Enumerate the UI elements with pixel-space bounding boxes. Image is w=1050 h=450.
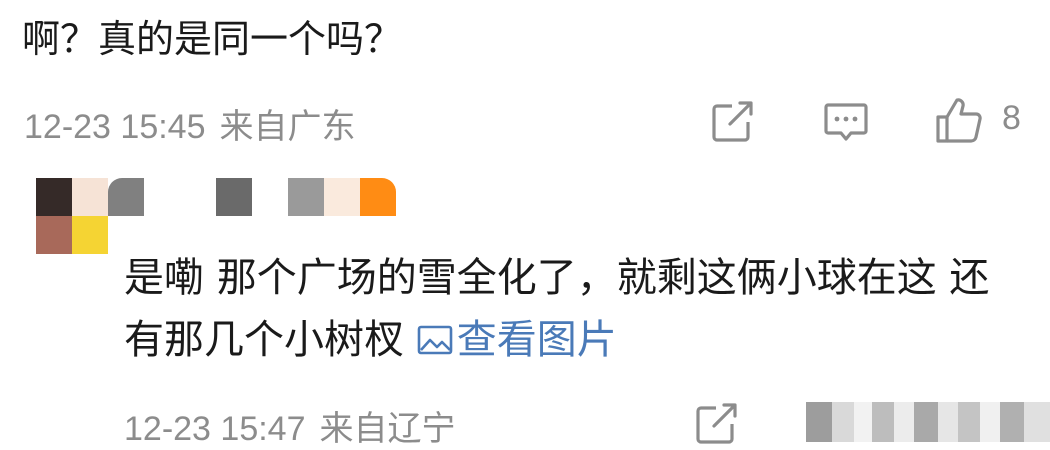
parent-comment-timestamp: 12-23 15:45 [24,108,206,146]
parent-comment-location: 来自广东 [219,108,356,146]
mosaic-block [36,178,72,216]
parent-like-button[interactable] [934,96,984,146]
mosaic-block [832,402,854,442]
parent-share-button[interactable] [710,98,756,144]
reply-comment-meta: 12-23 15:47 来自辽宁 [124,401,456,450]
parent-comment-meta: 12-23 15:45 来自广东 [24,99,356,148]
mosaic-block [938,402,958,442]
share-icon [696,403,737,444]
mosaic-block [360,178,396,216]
mosaic-block [914,402,938,442]
mosaic-block [324,178,360,216]
reply-share-button[interactable] [694,400,740,446]
image-icon [417,325,453,355]
redacted-action-strip [806,402,1050,442]
thumbs-up-icon [936,98,982,143]
view-image-label: 查看图片 [456,317,617,363]
mosaic-block [36,216,72,254]
share-icon [712,101,753,142]
reply-comment-location: 来自辽宁 [319,410,456,448]
reply-comment-body: 是嘞 那个广场的雪全化了，就剩这俩小球在这 还有那几个小树杈 查看图片 [124,247,1024,371]
parent-comment-button[interactable] [823,98,869,144]
parent-comment-text: 啊？真的是同一个吗？ [22,17,403,61]
mosaic-block [1024,402,1050,442]
mosaic-block [72,178,108,216]
mosaic-block [854,402,872,442]
mosaic-block [288,178,324,216]
mosaic-block [216,178,252,216]
mosaic-block [108,178,144,216]
mosaic-block [958,402,980,442]
mosaic-block [72,216,108,254]
mosaic-block [980,402,1000,442]
mosaic-block [894,402,914,442]
mosaic-block [872,402,894,442]
view-image-link[interactable]: 查看图片 [417,317,617,363]
mosaic-block [806,402,832,442]
reply-comment-timestamp: 12-23 15:47 [124,410,306,448]
mosaic-block [1000,402,1024,442]
parent-like-count: 8 [1002,99,1021,137]
redacted-user-info [36,178,416,254]
comment-icon [824,103,868,141]
